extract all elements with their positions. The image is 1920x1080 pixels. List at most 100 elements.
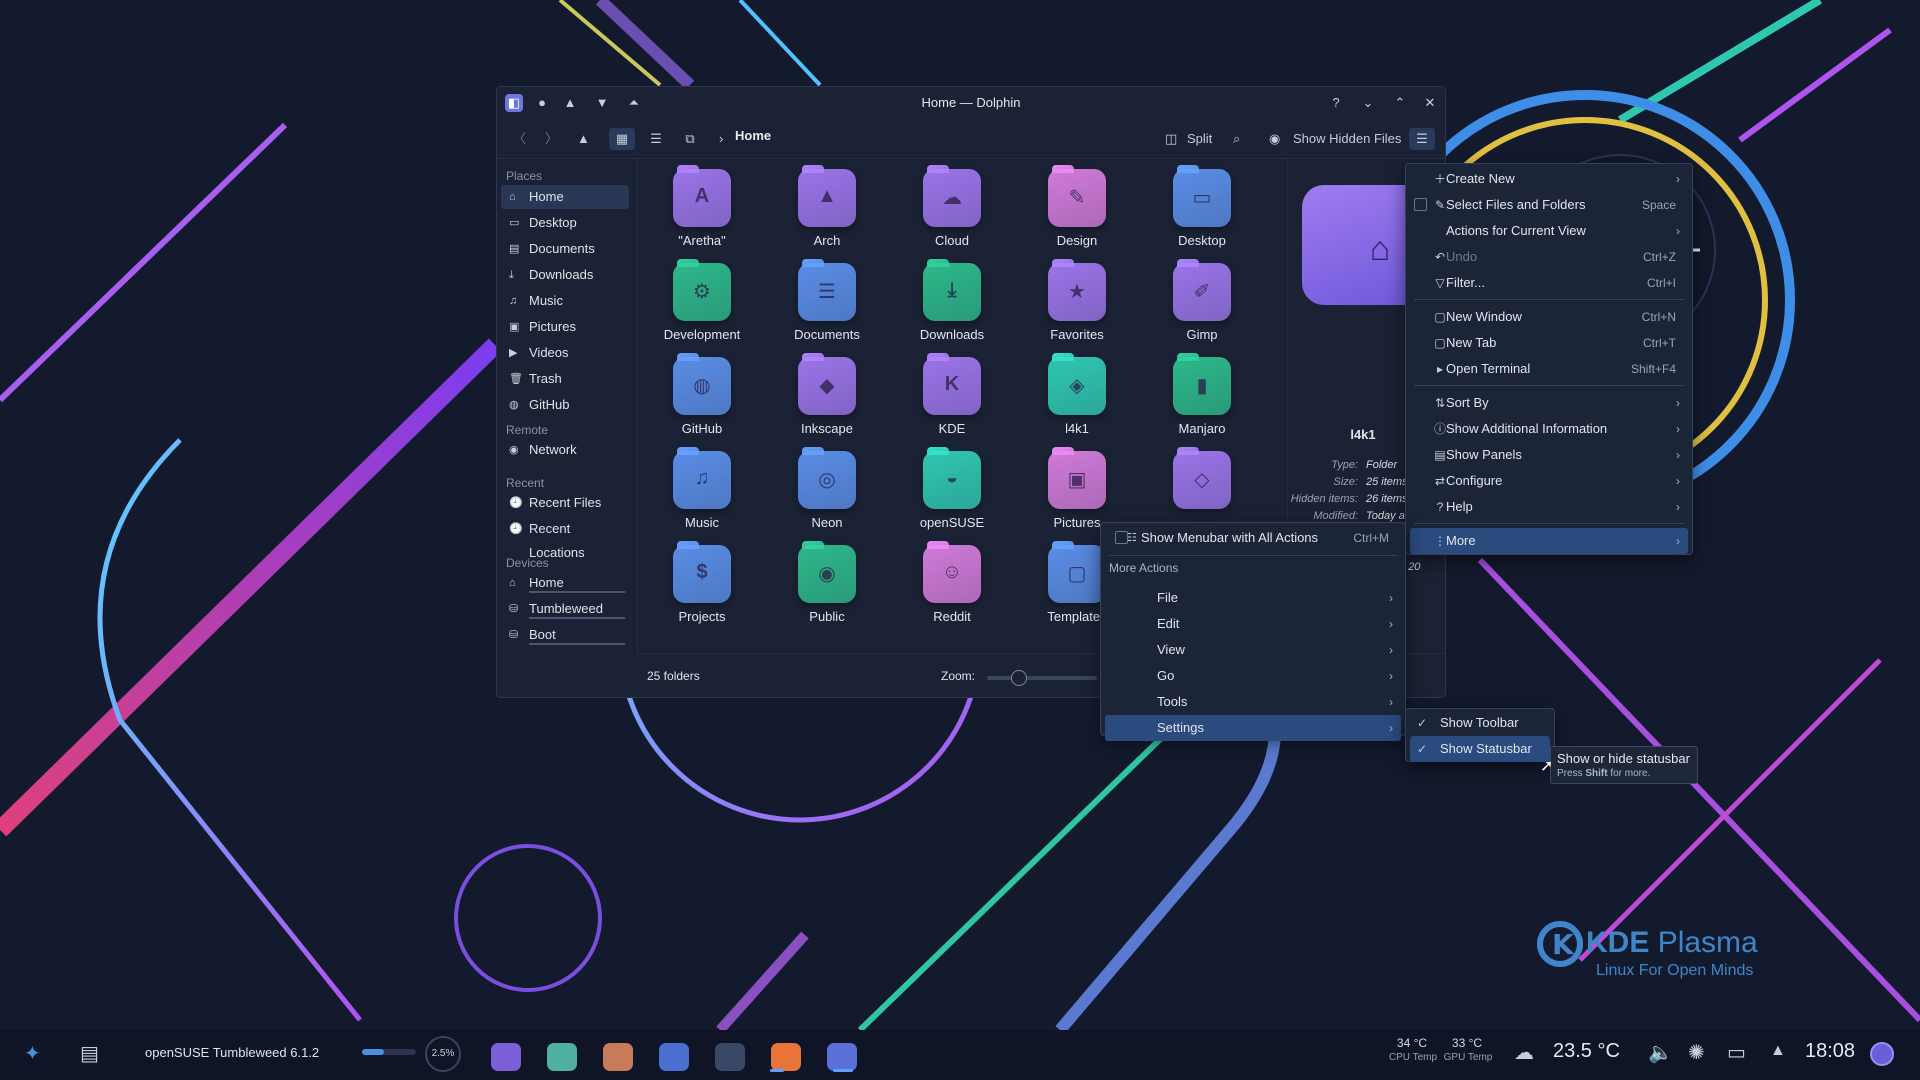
settings-icon[interactable] [715,1043,745,1071]
system-monitor-icon[interactable] [491,1043,521,1071]
folder-item-public[interactable]: ◉ Public [767,537,887,627]
sidebar-item-github[interactable]: ◍ GitHub [501,393,629,417]
folder-item-kde[interactable]: K KDE [892,349,1012,439]
sidebar-item-downloads[interactable]: ⤓ Downloads [501,263,629,287]
sidebar-item-music[interactable]: ♫ Music [501,289,629,313]
menu-item-tools[interactable]: Tools › [1105,689,1401,715]
folder-item-gimp[interactable]: ✐ Gimp [1142,255,1262,345]
menu-item-settings[interactable]: Settings › [1105,715,1401,741]
folder-item-downloads[interactable]: ⤓ Downloads [892,255,1012,345]
menu-item-view[interactable]: View › [1105,637,1401,663]
folder-item-manjaro[interactable]: ▮ Manjaro [1142,349,1262,439]
search-icon[interactable]: ⌕ [1233,128,1253,150]
folder-item-design[interactable]: ✎ Design [1017,161,1137,251]
sidebar-item-documents[interactable]: ▤ Documents [501,237,629,261]
sidebar-item-tumbleweed[interactable]: ⛁ Tumbleweed [501,597,629,621]
firefox-icon[interactable] [771,1043,801,1071]
menu-item-open-terminal[interactable]: ▸ Open Terminal Shift+F4 [1410,356,1688,382]
select-checkbox[interactable] [1414,198,1427,211]
folder-item-github[interactable]: ◍ GitHub [642,349,762,439]
folder-item-inkscape[interactable]: ◆ Inkscape [767,349,887,439]
menu-item-show-panels[interactable]: ▤ Show Panels › [1410,442,1688,468]
sidebar-item-home[interactable]: ⌂ Home [501,571,629,595]
volume-icon[interactable]: 🔈 [1648,1040,1673,1065]
cpu-load-gauge[interactable]: 2.5% [425,1036,461,1072]
application-launcher-icon[interactable]: ✦ [24,1041,41,1066]
folder-item-opensuse[interactable]: ◒ openSUSE [892,443,1012,533]
folder-item-l4k1[interactable]: ◈ l4k1 [1017,349,1137,439]
breadcrumb[interactable]: Home [735,128,771,143]
maximize-icon[interactable]: ⌃ [1391,94,1409,112]
icons-view-icon[interactable]: ▦ [609,128,635,150]
dolphin-icon[interactable] [827,1043,857,1071]
close-icon[interactable]: ✕ [1421,94,1439,112]
menu-item-file[interactable]: File › [1105,585,1401,611]
folder-item-development[interactable]: ⚙ Development [642,255,762,345]
zoom-slider-handle[interactable] [1011,670,1027,686]
folder-item-projects[interactable]: $ Projects [642,537,762,627]
sidebar-item-trash[interactable]: 🗑 Trash [501,367,629,391]
clock[interactable]: 18:08 [1805,1040,1855,1063]
show-desktop-icon[interactable] [1870,1042,1894,1066]
shop-icon[interactable] [659,1043,689,1071]
menu-item-go[interactable]: Go › [1105,663,1401,689]
pager-icon[interactable]: ▤ [80,1041,99,1066]
menu-item-show-additional-information[interactable]: ⓘ Show Additional Information › [1410,416,1688,442]
menu-item-undo[interactable]: ↶ Undo Ctrl+Z [1410,244,1688,270]
chevron-right-icon: › [1676,422,1680,436]
menu-item-select-files-and-folders[interactable]: ✎ Select Files and Folders Space [1410,192,1688,218]
menu-item-more[interactable]: ⋮ More › [1410,528,1688,554]
weather-icon[interactable]: ☁ [1514,1040,1534,1065]
menu-item-new-window[interactable]: ▢ New Window Ctrl+N [1410,304,1688,330]
menu-item-filter[interactable]: ▽ Filter... Ctrl+I [1410,270,1688,296]
weather-temp[interactable]: 23.5 °C [1553,1040,1620,1063]
sidebar-item-home[interactable]: ⌂ Home [501,185,629,209]
forward-icon[interactable]: 〉 [545,128,565,150]
folder-icon: ▮ [1173,357,1231,415]
hamburger-menu-icon[interactable]: ☰ [1409,128,1435,150]
menu-item-actions-for-current-view[interactable]: Actions for Current View › [1410,218,1688,244]
menu-item-create-new[interactable]: ＋ Create New › [1410,166,1688,192]
compact-view-icon[interactable]: ☰ [643,128,669,150]
help-icon[interactable]: ? [1327,94,1345,112]
show-statusbar-item[interactable]: ✓ Show Statusbar [1410,736,1550,762]
folder-item-cloud[interactable]: ☁ Cloud [892,161,1012,251]
sidebar-item-network[interactable]: ◉ Network [501,438,629,462]
folder-item-favorites[interactable]: ★ Favorites [1017,255,1137,345]
folder-item-music[interactable]: ♫ Music [642,443,762,533]
folder-item-unnamed[interactable]: ◇ [1142,443,1262,533]
menu-item-new-tab[interactable]: ▢ New Tab Ctrl+T [1410,330,1688,356]
folder-item-neon[interactable]: ◎ Neon [767,443,887,533]
sidebar-item-pictures[interactable]: ▣ Pictures [501,315,629,339]
folder-item-aretha[interactable]: A "Aretha" [642,161,762,251]
sidebar-item-recent-locations[interactable]: 🕘 Recent Locations [501,517,629,560]
details-view-icon[interactable]: ⧉ [677,128,703,150]
back-icon[interactable]: 〈 [513,128,533,150]
menu-item-edit[interactable]: Edit › [1105,611,1401,637]
show-menubar-item[interactable]: ☷ Show Menubar with All Actions Ctrl+M [1105,525,1401,551]
menu-item-sort-by[interactable]: ⇅ Sort By › [1410,390,1688,416]
sidebar-item-desktop[interactable]: ▭ Desktop [501,211,629,235]
network-icon[interactable]: ▭ [1727,1040,1746,1065]
show-toolbar-item[interactable]: ✓ Show Toolbar [1410,710,1550,736]
folder-item-arch[interactable]: ▲ Arch [767,161,887,251]
menu-item-help[interactable]: ? Help › [1410,494,1688,520]
zoom-slider[interactable] [987,670,1097,686]
tray-expand-icon[interactable]: ▲ [1770,1042,1786,1060]
menu-item-configure[interactable]: ⇄ Configure › [1410,468,1688,494]
folder-item-documents[interactable]: ☰ Documents [767,255,887,345]
show-hidden-files-button[interactable]: Show Hidden Files [1293,128,1401,150]
folder-item-reddit[interactable]: ☺ Reddit [892,537,1012,627]
title-bar[interactable]: ◧ ● ▲ ▼ ⏶ Home — Dolphin ? ⌄ ⌃ ✕ [497,87,1445,119]
split-button[interactable]: Split [1187,128,1212,150]
folder-item-desktop[interactable]: ▭ Desktop [1142,161,1262,251]
sidebar-item-videos[interactable]: ▶ Videos [501,341,629,365]
night-color-icon[interactable]: ✺ [1688,1040,1705,1065]
up-icon[interactable]: ▲ [577,128,597,150]
sidebar-item-recent-files[interactable]: 🕘 Recent Files [501,491,629,515]
minimize-icon[interactable]: ⌄ [1359,94,1377,112]
folder-item-pictures[interactable]: ▣ Pictures [1017,443,1137,533]
dolphin-alt-icon[interactable] [603,1043,633,1071]
sidebar-item-boot[interactable]: ⛁ Boot [501,623,629,647]
discover-face-icon[interactable] [547,1043,577,1071]
